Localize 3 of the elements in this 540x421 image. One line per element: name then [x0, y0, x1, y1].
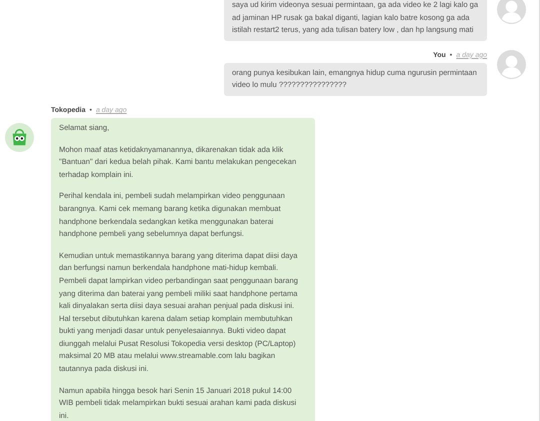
avatar-icon — [497, 0, 526, 24]
avatar-icon — [497, 50, 526, 79]
shopping-bag-icon — [5, 122, 34, 152]
